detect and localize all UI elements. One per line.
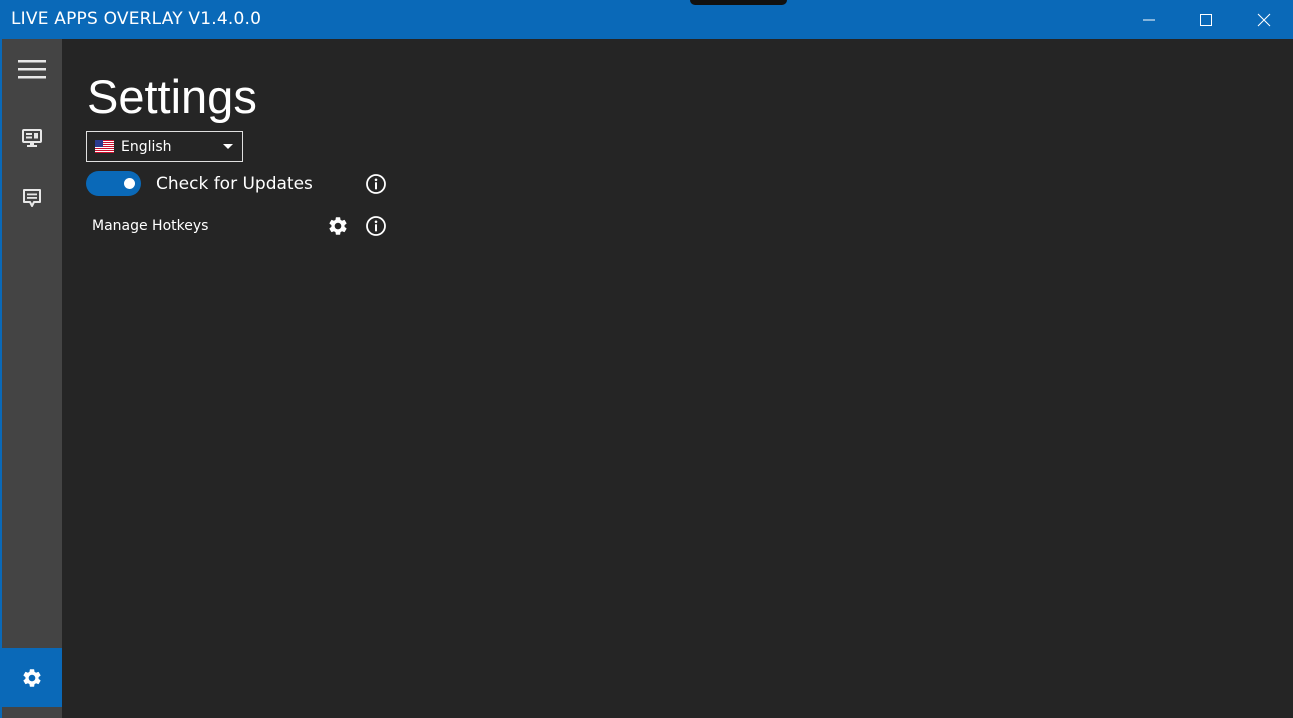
title-bar: LIVE APPS OVERLAY V1.4.0.0 bbox=[0, 0, 1293, 39]
check-updates-info-button[interactable] bbox=[365, 173, 387, 195]
language-selected-value: English bbox=[121, 138, 172, 155]
sidebar-item-settings[interactable] bbox=[2, 648, 62, 707]
chat-icon bbox=[23, 189, 41, 207]
manage-hotkeys-button[interactable] bbox=[327, 215, 349, 237]
toggle-knob bbox=[124, 178, 135, 189]
check-updates-toggle[interactable] bbox=[86, 171, 141, 196]
sidebar-item-menu[interactable] bbox=[2, 41, 62, 97]
sidebar-item-chat[interactable] bbox=[2, 170, 62, 226]
monitor-icon bbox=[22, 129, 42, 147]
gear-icon bbox=[329, 217, 347, 235]
chevron-down-icon bbox=[223, 144, 233, 149]
minimize-button[interactable] bbox=[1120, 0, 1178, 39]
hamburger-menu-icon bbox=[18, 60, 46, 79]
maximize-button[interactable] bbox=[1177, 0, 1235, 39]
gear-icon bbox=[23, 668, 41, 687]
close-button[interactable] bbox=[1235, 0, 1293, 39]
us-flag-icon bbox=[95, 140, 114, 153]
info-icon bbox=[366, 174, 386, 194]
app-title: LIVE APPS OVERLAY V1.4.0.0 bbox=[11, 9, 262, 29]
camera-notch bbox=[690, 0, 787, 5]
sidebar-item-overlay[interactable] bbox=[2, 110, 62, 166]
close-icon bbox=[1257, 13, 1271, 26]
manage-hotkeys-label: Manage Hotkeys bbox=[92, 218, 209, 234]
sidebar bbox=[0, 39, 62, 718]
settings-page: Settings English Check for Updates Manag… bbox=[62, 39, 1293, 718]
check-updates-label: Check for Updates bbox=[156, 174, 313, 194]
minimize-icon bbox=[1143, 19, 1155, 20]
maximize-icon bbox=[1200, 13, 1212, 26]
info-icon bbox=[366, 216, 386, 236]
sidebar-footer bbox=[2, 707, 62, 718]
language-dropdown[interactable]: English bbox=[86, 131, 243, 162]
manage-hotkeys-info-button[interactable] bbox=[365, 215, 387, 237]
page-title: Settings bbox=[87, 70, 257, 123]
